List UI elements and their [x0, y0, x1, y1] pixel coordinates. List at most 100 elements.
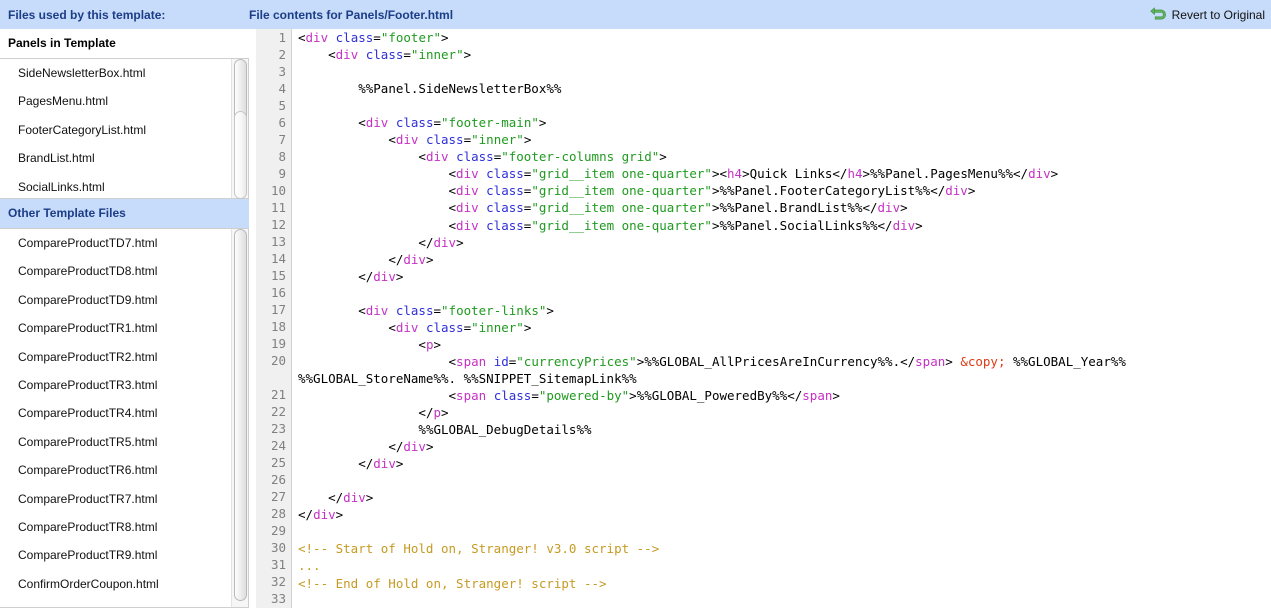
file-list-item[interactable]: SideNewsletterBox.html — [0, 59, 231, 87]
line-number: 19 — [270, 336, 286, 351]
other-files-list-scrollbar[interactable] — [231, 229, 248, 607]
file-list-item[interactable]: CompareProductTD8.html — [0, 257, 231, 285]
code-line: </div> — [298, 489, 1271, 506]
code-token-txt: > — [546, 302, 554, 318]
code-token-txt: > — [523, 132, 532, 148]
code-token-txt: < — [298, 115, 366, 131]
other-template-files-list-container: CompareProductTD7.html CompareProductTD8.… — [0, 228, 249, 608]
file-list-item[interactable]: CompareProductTR3.html — [0, 371, 231, 399]
code-token-tag: p — [433, 405, 442, 421]
code-token-tag: div — [877, 200, 901, 216]
code-token-txt: < — [298, 149, 426, 165]
code-line: <div class="footer-links"> — [298, 302, 1271, 319]
sidebar-group-header-other: Other Template Files — [0, 199, 249, 228]
code-token-cmt: ... — [298, 558, 321, 574]
line-number: 6 — [278, 115, 286, 130]
code-token-tag: div — [425, 149, 449, 165]
file-list-item[interactable]: CompareProductTD7.html — [0, 229, 231, 257]
line-number: 8 — [278, 149, 286, 164]
panels-in-template-list-container: SideNewsletterBox.html PagesMenu.html Foot… — [0, 58, 249, 199]
code-token-tag: div — [403, 439, 426, 455]
line-number: 11 — [270, 200, 286, 215]
code-line: <!-- End of Hold on, Stranger! script --… — [298, 575, 1271, 592]
code-token-val: "grid__item one-quarter" — [531, 217, 712, 233]
file-list-item[interactable]: PagesMenu.html — [0, 87, 231, 115]
other-files-list-scrollbar-thumb[interactable] — [234, 229, 247, 601]
code-token-txt: %%GLOBAL_DebugDetails%% — [298, 422, 592, 438]
line-number: 14 — [270, 251, 286, 266]
line-number: 32 — [270, 574, 286, 589]
panels-list-scrollbar-thumb[interactable] — [234, 111, 247, 199]
file-list-item[interactable]: CompareProductTR5.html — [0, 428, 231, 456]
file-list-item[interactable]: FooterCategoryList.html — [0, 116, 231, 144]
file-list-item[interactable]: CompareProductTR9.html — [0, 541, 231, 569]
code-token-txt: = — [433, 302, 442, 318]
code-token-txt: > — [523, 319, 532, 335]
code-token-txt: > — [900, 200, 908, 216]
code-content-area[interactable]: <div class="footer"> <div class="inner">… — [293, 29, 1271, 608]
code-token-val: "footer" — [380, 30, 442, 45]
file-list-item[interactable]: CompareProductTR4.html — [0, 399, 231, 427]
file-list-item[interactable]: BrandList.html — [0, 144, 231, 172]
line-number: 17 — [270, 302, 286, 317]
code-token-txt: < — [298, 30, 306, 45]
code-token-txt: > — [1050, 166, 1059, 182]
panels-list-scrollbar[interactable] — [231, 59, 248, 199]
code-editor-pane[interactable]: 1 2 3 4 5 6 7 8 9 10 11 12 13 14 15 16 17 18 19 20 21 22 23 24 2… — [256, 29, 1271, 608]
revert-arrow-icon — [1148, 6, 1166, 24]
revert-to-original-button[interactable]: Revert to Original — [1148, 6, 1271, 24]
code-token-attr: id — [493, 353, 509, 369]
file-list-item[interactable]: CompareProductTR2.html — [0, 343, 231, 371]
code-token-txt: < — [298, 387, 457, 403]
file-list-item[interactable]: CompareProductTR7.html — [0, 485, 231, 513]
code-token-txt: < — [298, 166, 457, 182]
file-list-item[interactable]: ConfirmOrderCoupon.html — [0, 570, 231, 598]
code-token-txt: </ — [298, 490, 344, 506]
code-token-txt: >Quick Links</ — [742, 166, 848, 182]
code-token-txt: < — [298, 132, 396, 148]
code-token-attr: class — [335, 30, 374, 45]
code-token-tag: h4 — [847, 166, 863, 182]
file-list-item[interactable]: CompareProductTD9.html — [0, 286, 231, 314]
code-line: %%GLOBAL_DebugDetails%% — [298, 421, 1271, 438]
file-list-item[interactable]: SocialLinks.html — [0, 173, 231, 198]
code-token-txt: > — [456, 234, 464, 250]
code-token-txt: > — [967, 183, 976, 199]
line-number: 24 — [270, 438, 286, 453]
code-token-txt: > — [425, 439, 434, 455]
code-token-tag: div — [365, 302, 389, 318]
file-list-item[interactable]: CompareProductTR8.html — [0, 513, 231, 541]
revert-to-original-label: Revert to Original — [1171, 7, 1265, 22]
file-list-item[interactable]: CompareProductTR6.html — [0, 456, 231, 484]
code-token-attr: class — [486, 166, 524, 182]
line-number: 4 — [278, 81, 286, 96]
code-token-tag: div — [343, 490, 366, 506]
file-list-item[interactable]: CompareProductTR1.html — [0, 314, 231, 342]
code-token-tag: div — [456, 200, 479, 216]
sidebar-group-header-panels: Panels in Template — [0, 29, 249, 58]
code-token-txt: > — [915, 217, 923, 233]
code-token-txt: %%Panel.SideNewsletterBox%% — [298, 81, 562, 97]
code-token-txt: < — [298, 319, 396, 335]
code-token-attr: class — [425, 132, 464, 148]
code-token-txt: </ — [298, 507, 314, 523]
code-token-tag: div — [365, 115, 389, 131]
code-token-tag: span — [456, 353, 487, 369]
code-token-txt: = — [403, 47, 411, 63]
line-number: 23 — [270, 421, 286, 436]
code-line: </div> — [298, 268, 1271, 285]
line-number: 33 — [270, 591, 286, 606]
code-token-txt: >%%Panel.BrandList%%</ — [711, 200, 878, 216]
code-token-val: "grid__item one-quarter" — [531, 166, 712, 182]
code-token-txt: >%%GLOBAL_AllPricesAreInCurrency%%.</ — [636, 353, 916, 369]
code-token-val: "footer-columns grid" — [501, 149, 660, 165]
code-token-attr: class — [365, 47, 404, 63]
top-header-bar: Files used by this template: File conten… — [0, 0, 1271, 29]
code-token-val: "powered-by" — [538, 387, 630, 403]
